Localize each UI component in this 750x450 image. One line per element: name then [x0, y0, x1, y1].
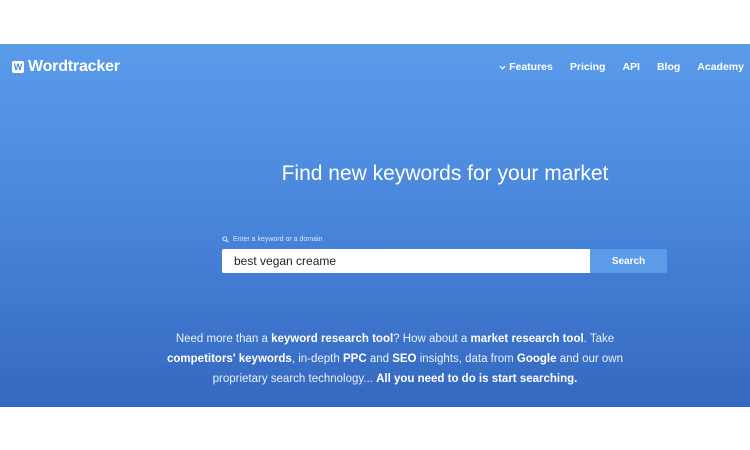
brand-name: Wordtracker: [28, 58, 120, 75]
desc-text: insights, data from: [416, 353, 517, 365]
desc-emphasis: PPC: [342, 353, 367, 365]
desc-emphasis: Google: [516, 353, 557, 365]
nav-item-academy[interactable]: Academy: [697, 61, 744, 73]
wordtracker-logo-icon: W: [12, 61, 24, 73]
nav-item-pricing[interactable]: Pricing: [570, 61, 606, 73]
top-nav: Features Pricing API Blog Academy: [499, 61, 744, 73]
hero-section: W Wordtracker Features Pricing API Blog …: [0, 44, 750, 407]
desc-text: and: [366, 353, 393, 365]
desc-emphasis: market research tool: [470, 333, 584, 345]
chevron-down-icon: [499, 65, 506, 70]
brand-logo[interactable]: W Wordtracker: [12, 58, 120, 76]
desc-emphasis: All you need to do is start searching.: [376, 373, 578, 385]
desc-text: . Take: [583, 333, 615, 345]
nav-item-label: Features: [509, 61, 553, 73]
desc-emphasis: keyword research tool: [271, 333, 394, 345]
nav-item-api[interactable]: API: [622, 61, 640, 73]
desc-emphasis: keywords: [238, 353, 292, 365]
search-icon: [222, 236, 229, 243]
search-hint: Enter a keyword or a domain: [222, 236, 323, 243]
nav-item-blog[interactable]: Blog: [657, 61, 680, 73]
search-button[interactable]: Search: [590, 249, 667, 273]
nav-item-features[interactable]: Features: [499, 61, 553, 73]
nav-item-label: Academy: [697, 61, 744, 73]
nav-item-label: Pricing: [569, 61, 606, 73]
desc-text: , in-depth: [291, 353, 343, 365]
nav-item-label: Blog: [656, 61, 681, 73]
page-headline: Find new keywords for your market: [281, 162, 609, 185]
keyword-search-input[interactable]: [222, 249, 590, 273]
desc-text: ? How about a: [393, 333, 471, 345]
desc-text: Need more than a: [175, 333, 272, 345]
desc-emphasis: competitors': [167, 353, 236, 365]
desc-emphasis: SEO: [392, 353, 417, 365]
hero-description: Need more than a keyword research tool? …: [155, 329, 635, 389]
nav-item-label: API: [622, 61, 640, 73]
search-hint-text: Enter a keyword or a domain: [233, 236, 323, 243]
